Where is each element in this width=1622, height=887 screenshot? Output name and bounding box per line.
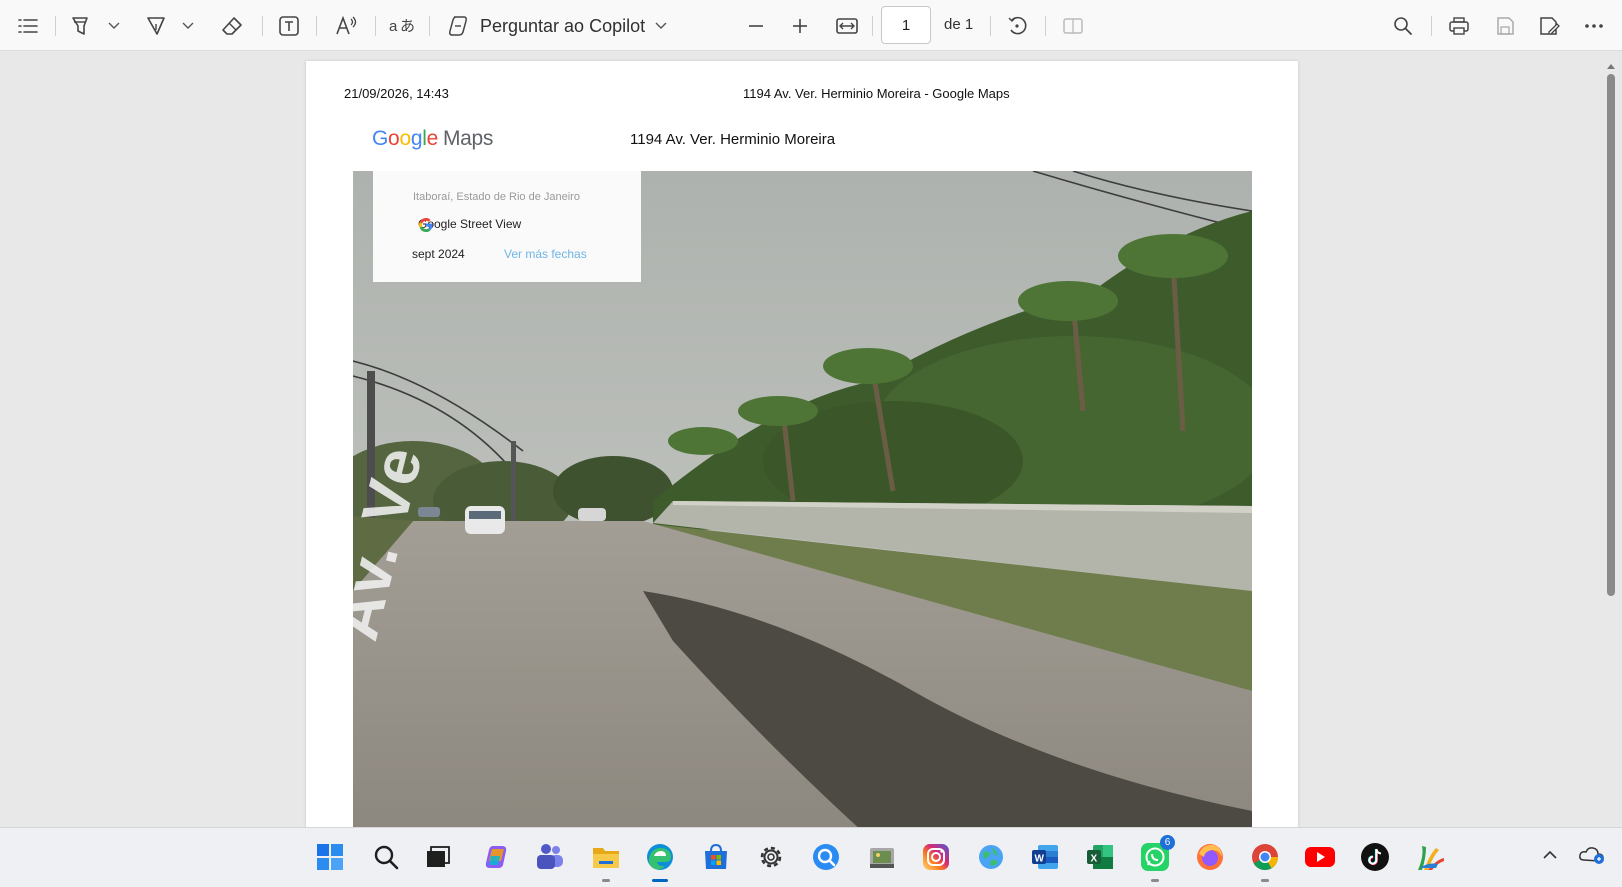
youtube-icon[interactable] <box>1304 841 1336 873</box>
pdf-page: 21/09/2026, 14:43 1194 Av. Ver. Herminio… <box>306 61 1298 827</box>
page-number-input[interactable]: 1 <box>881 6 931 44</box>
page-view-icon[interactable] <box>1059 10 1087 42</box>
excel-icon[interactable]: X <box>1084 841 1116 873</box>
toolbar-separator <box>262 16 263 36</box>
firefox-icon[interactable] <box>1194 841 1226 873</box>
toolbar-separator <box>872 16 873 36</box>
draw-pen-icon[interactable] <box>142 10 170 42</box>
zoom-out-icon[interactable] <box>742 10 770 42</box>
rotate-icon[interactable] <box>1003 10 1031 42</box>
chevron-down-icon <box>655 22 667 29</box>
print-title: 1194 Av. Ver. Herminio Moreira - Google … <box>743 86 1010 101</box>
page-count-label: de 1 <box>944 16 974 33</box>
contents-list-icon[interactable] <box>14 10 42 42</box>
task-view-icon[interactable] <box>422 841 454 873</box>
toolbar-separator <box>1431 16 1432 36</box>
quick-assist-icon[interactable] <box>810 841 842 873</box>
highlight-options-chevron-icon[interactable] <box>104 10 124 42</box>
running-indicator <box>1151 879 1159 882</box>
add-text-icon[interactable] <box>275 10 303 42</box>
print-icon[interactable] <box>1445 10 1473 42</box>
whatsapp-notification-badge: 6 <box>1160 835 1175 850</box>
street-view-location: Itaboraí, Estado de Rio de Janeiro <box>413 191 580 203</box>
eraser-icon[interactable] <box>218 10 246 42</box>
google-maps-logo: Google Maps <box>372 127 494 150</box>
teams-icon[interactable] <box>534 841 566 873</box>
document-viewer[interactable]: 21/09/2026, 14:43 1194 Av. Ver. Herminio… <box>0 51 1622 827</box>
show-hidden-icons-chevron-icon[interactable] <box>1542 847 1558 865</box>
toolbar-separator <box>990 16 991 36</box>
maps-globe-icon[interactable] <box>975 841 1007 873</box>
active-app-indicator <box>652 879 668 882</box>
running-indicator <box>1261 879 1269 882</box>
search-icon[interactable] <box>1389 10 1417 42</box>
save-as-icon[interactable] <box>1535 10 1563 42</box>
more-options-icon[interactable] <box>1580 10 1608 42</box>
vertical-scrollbar-thumb[interactable] <box>1607 74 1615 596</box>
toolbar-separator <box>429 16 430 36</box>
svg-text:W: W <box>1035 854 1045 865</box>
photo-scanner-icon[interactable] <box>866 841 898 873</box>
toolbar-separator <box>55 16 56 36</box>
zoom-in-icon[interactable] <box>786 10 814 42</box>
print-date: 21/09/2026, 14:43 <box>344 86 449 101</box>
toolbar-separator <box>375 16 376 36</box>
search-taskbar-icon[interactable] <box>370 841 402 873</box>
windows-taskbar: W X 6 <box>0 827 1622 887</box>
svg-text:a: a <box>389 18 398 35</box>
highlight-icon[interactable] <box>66 10 94 42</box>
scroll-up-arrow-icon[interactable] <box>1606 57 1616 69</box>
translate-icon[interactable]: aあ <box>386 10 418 42</box>
ask-copilot-button[interactable]: Perguntar ao Copilot <box>446 10 667 42</box>
save-icon[interactable] <box>1491 10 1519 42</box>
microsoft-store-icon[interactable] <box>700 841 732 873</box>
edge-browser-icon[interactable] <box>644 841 676 882</box>
whatsapp-icon[interactable]: 6 <box>1139 835 1175 882</box>
running-indicator <box>602 879 610 882</box>
pdf-toolbar: aあ Perguntar ao Copilot 1 de 1 <box>0 0 1622 51</box>
onedrive-sync-icon[interactable] <box>1578 844 1606 871</box>
tiktok-icon[interactable] <box>1359 841 1391 873</box>
fit-width-icon[interactable] <box>832 10 862 42</box>
toolbar-separator <box>1045 16 1046 36</box>
street-view-image: Av. Ver. Herminio Mo... Itaboraí, Estado… <box>353 171 1252 827</box>
copilot-icon <box>449 16 467 36</box>
draw-options-chevron-icon[interactable] <box>178 10 198 42</box>
street-view-info-card: Itaboraí, Estado de Rio de Janeiro Googl… <box>373 171 641 282</box>
google-g-icon <box>419 218 433 232</box>
word-icon[interactable]: W <box>1029 841 1061 873</box>
read-aloud-icon[interactable] <box>332 10 362 42</box>
more-dates-link[interactable]: Ver más fechas <box>504 247 587 261</box>
address-heading: 1194 Av. Ver. Herminio Moreira <box>630 131 836 148</box>
file-explorer-icon[interactable] <box>590 841 622 882</box>
instagram-icon[interactable] <box>920 841 952 873</box>
copilot-app-icon[interactable] <box>480 841 512 873</box>
svg-text:X: X <box>1091 854 1098 865</box>
paint-app-icon[interactable] <box>1414 841 1446 873</box>
street-view-brand: Google Street View <box>418 217 521 232</box>
capture-date: sept 2024 <box>412 247 465 261</box>
copilot-label: Perguntar ao Copilot <box>480 15 646 36</box>
settings-gear-icon[interactable] <box>755 841 787 873</box>
start-windows-icon[interactable] <box>314 841 346 873</box>
toolbar-separator <box>316 16 317 36</box>
svg-text:あ: あ <box>400 18 415 35</box>
chrome-icon[interactable] <box>1249 841 1281 882</box>
